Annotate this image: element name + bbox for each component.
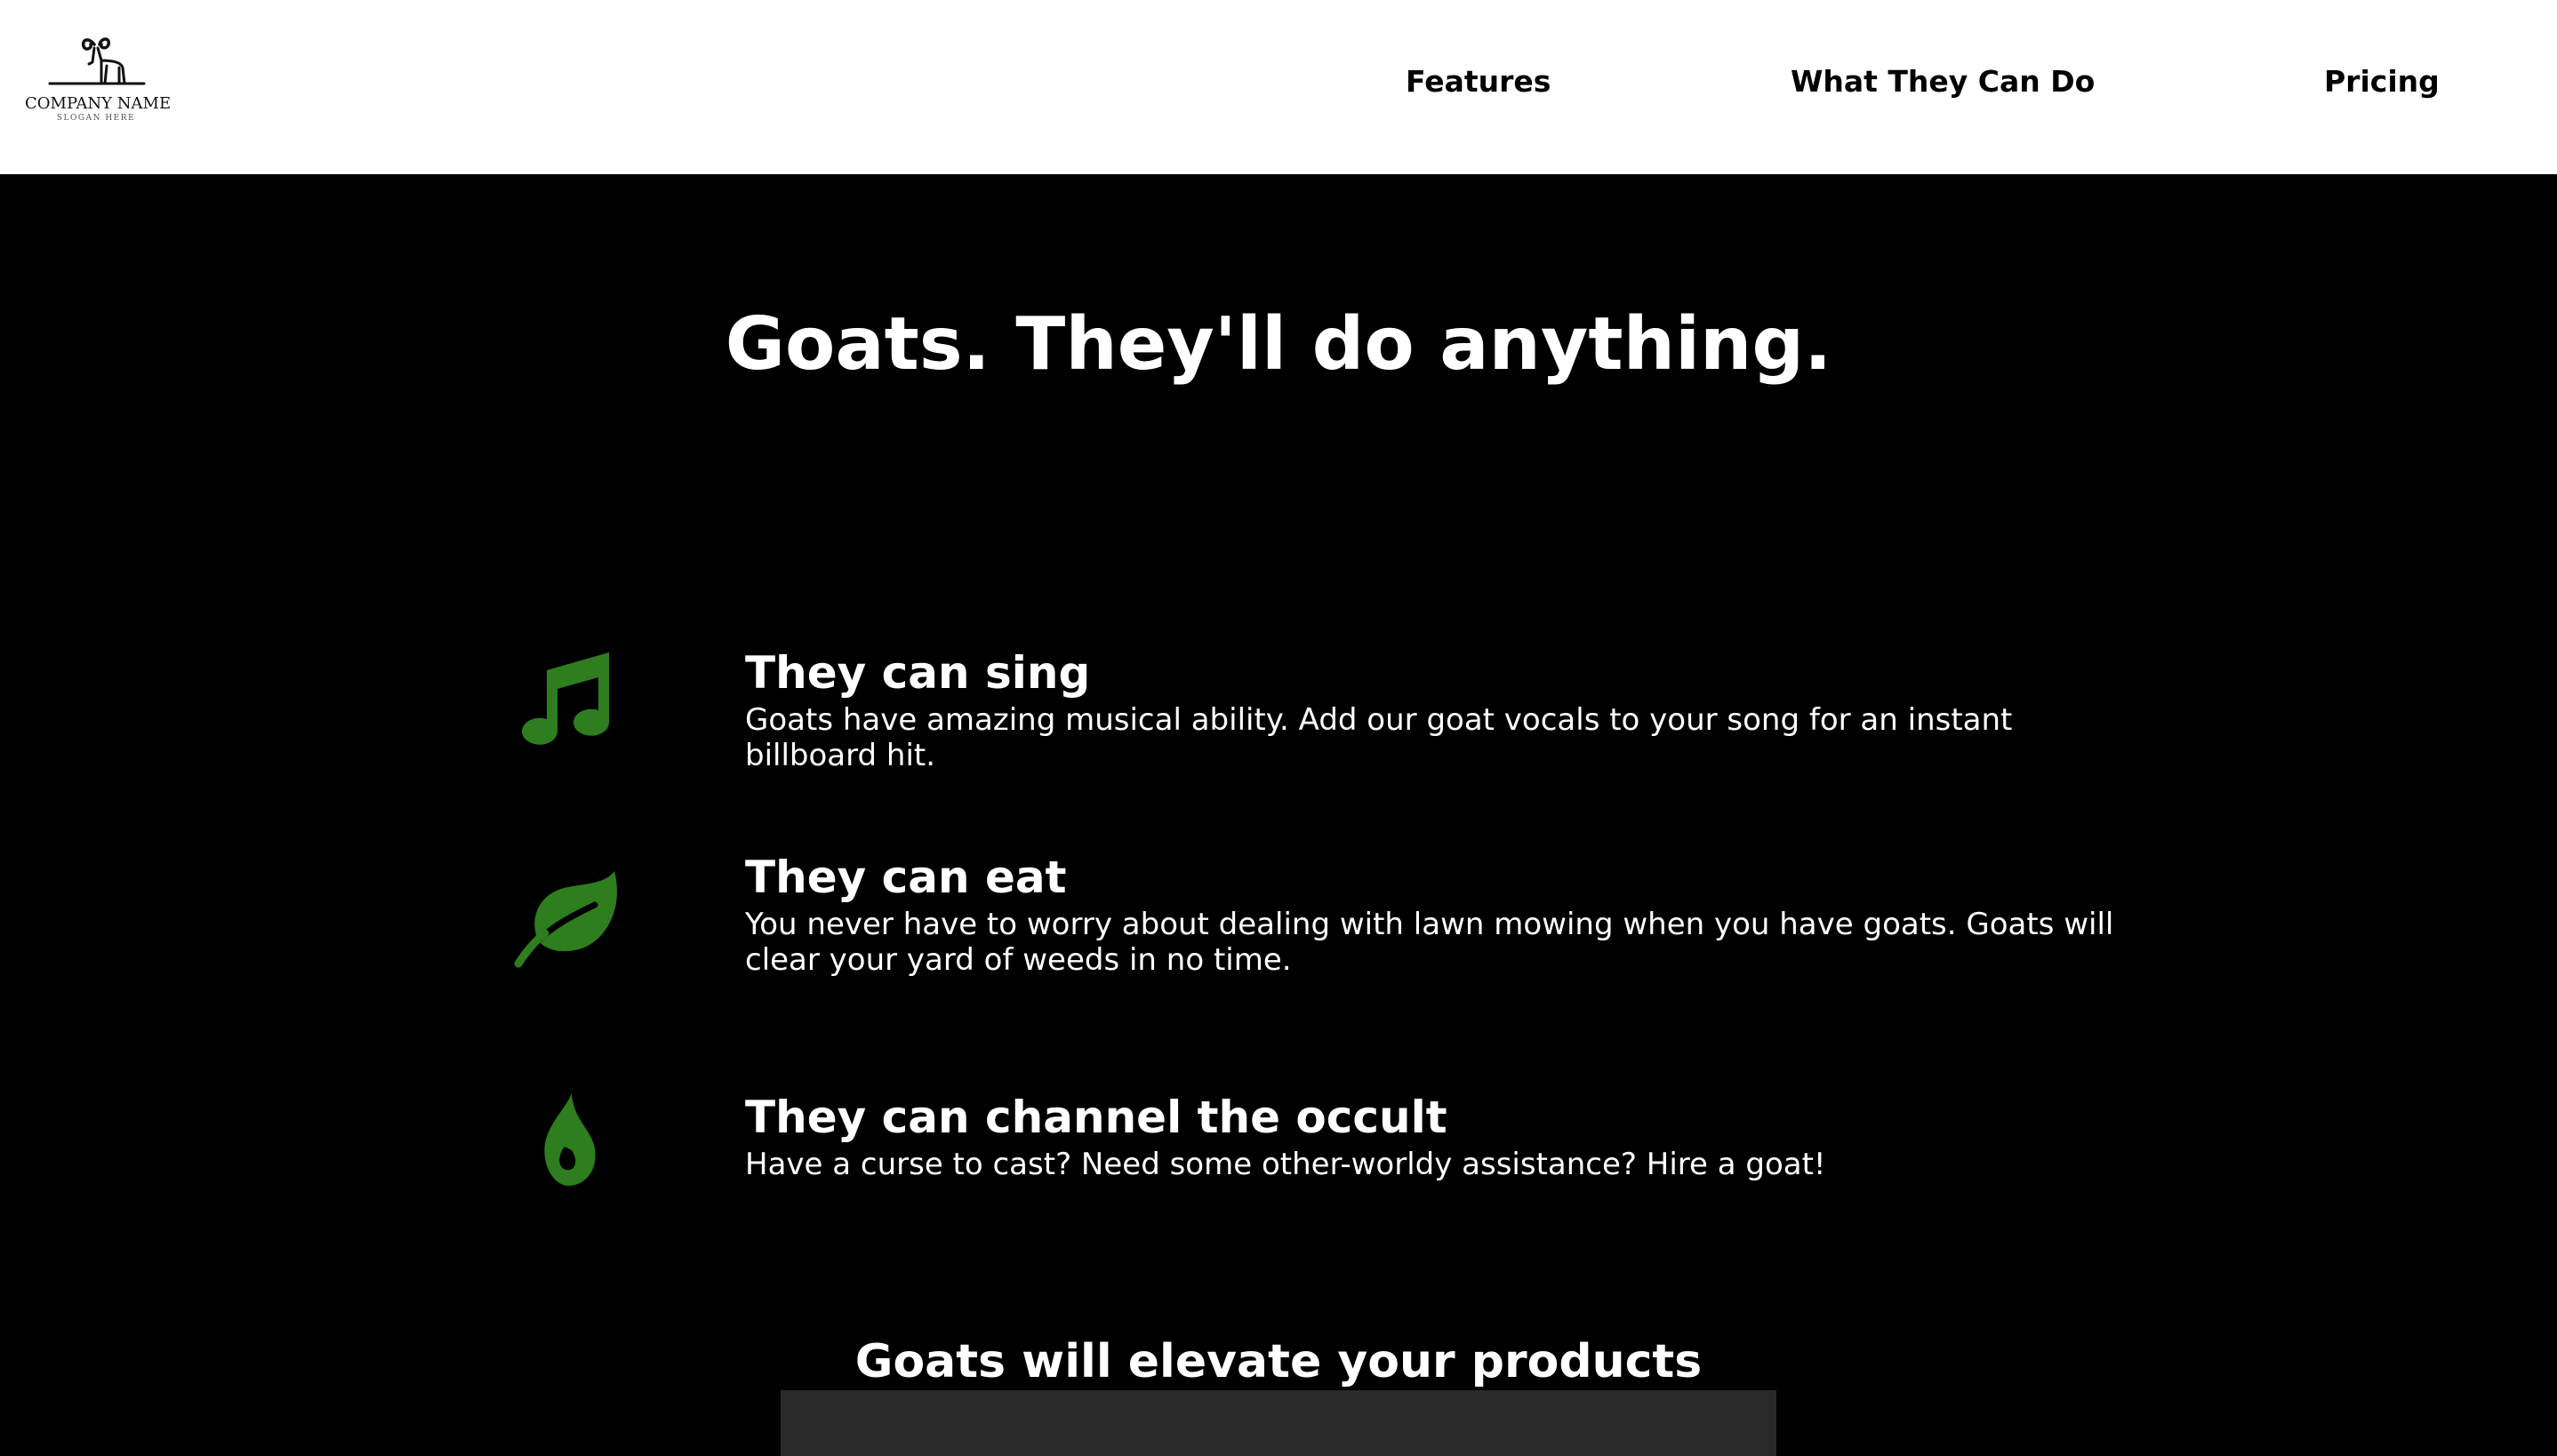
leaf-icon [509, 864, 625, 971]
nav-link-pricing[interactable]: Pricing [2324, 64, 2440, 99]
feature-title-occult: They can channel the occult [745, 1092, 1447, 1143]
feature-description-occult: Have a curse to cast? Need some other-wo… [745, 1147, 1826, 1182]
company-logo[interactable]: COMPANY NAME SLOGAN HERE [25, 36, 172, 133]
site-header: COMPANY NAME SLOGAN HERE Features What T… [0, 0, 2557, 174]
product-panel [781, 1390, 1776, 1456]
products-section-title: Goats will elevate your products [854, 1335, 1703, 1388]
feature-title-sing: They can sing [745, 647, 1091, 699]
nav-link-what-they-can-do[interactable]: What They Can Do [1791, 64, 2095, 99]
company-slogan: SLOGAN HERE [56, 114, 136, 123]
feature-description-eat: You never have to worry about dealing wi… [745, 907, 2114, 978]
nav-link-features[interactable]: Features [1406, 64, 1551, 99]
fire-icon [509, 1086, 625, 1193]
music-note-icon [509, 644, 625, 750]
feature-title-eat: They can eat [745, 852, 1067, 903]
feature-description-sing: Goats have amazing musical ability. Add … [745, 702, 2013, 773]
company-name: COMPANY NAME [25, 94, 172, 113]
hero-title: Goats. They'll do anything. [725, 302, 1832, 387]
goat-logo-icon [48, 37, 146, 85]
